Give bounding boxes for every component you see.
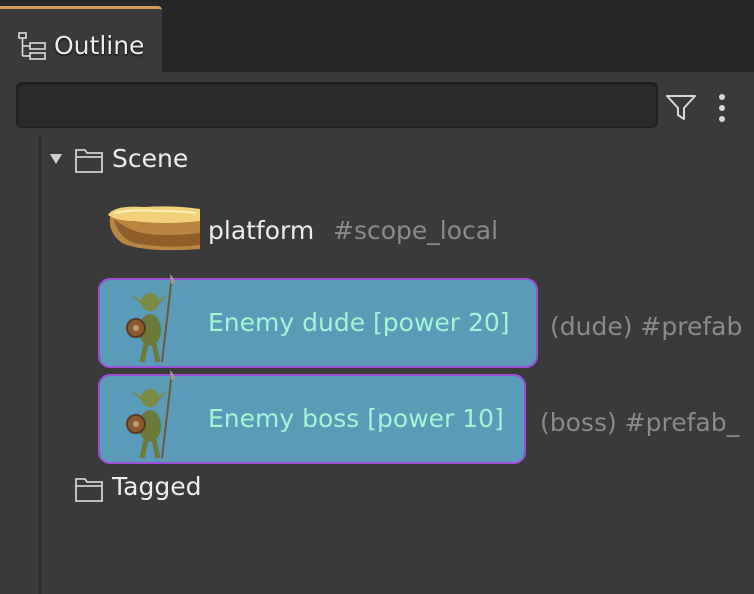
chevron-down-icon[interactable] (48, 152, 64, 166)
tree-item-tagged[interactable]: Tagged (112, 472, 201, 502)
outline-panel: Scene platform #scope_local Enemy dude [… (0, 72, 754, 594)
tree-item-enemy-dude[interactable]: Enemy dude [power 20] (98, 274, 538, 368)
search-input[interactable] (16, 82, 658, 128)
goblin-thumbnail (126, 274, 176, 363)
goblin-thumbnail (126, 370, 176, 459)
tree-item-enemy-dude-tag: (dude) #prefab (550, 312, 743, 341)
tree-item-scene[interactable]: Scene (112, 144, 188, 174)
tree-item-platform-tag: #scope_local (333, 216, 499, 245)
tree-guide-line (39, 136, 41, 594)
folder-icon (75, 149, 103, 173)
filter-icon[interactable] (664, 90, 698, 124)
tree-item-platform[interactable]: platform (208, 216, 314, 246)
tree-item-enemy-dude-label: Enemy dude [power 20] (208, 308, 510, 337)
outline-tree-icon (18, 32, 46, 60)
tree-item-enemy-boss-label: Enemy boss [power 10] (208, 404, 504, 433)
tab-outline-label: Outline (54, 31, 145, 60)
tab-bar: Outline (0, 0, 754, 72)
folder-icon (75, 478, 103, 502)
tab-outline[interactable]: Outline (0, 6, 162, 72)
more-vertical-icon[interactable] (712, 92, 732, 124)
platform-thumbnail (108, 206, 200, 251)
tree-item-enemy-boss[interactable]: Enemy boss [power 10] (98, 370, 526, 464)
tree-item-enemy-boss-tag: (boss) #prefab_ (540, 408, 740, 437)
